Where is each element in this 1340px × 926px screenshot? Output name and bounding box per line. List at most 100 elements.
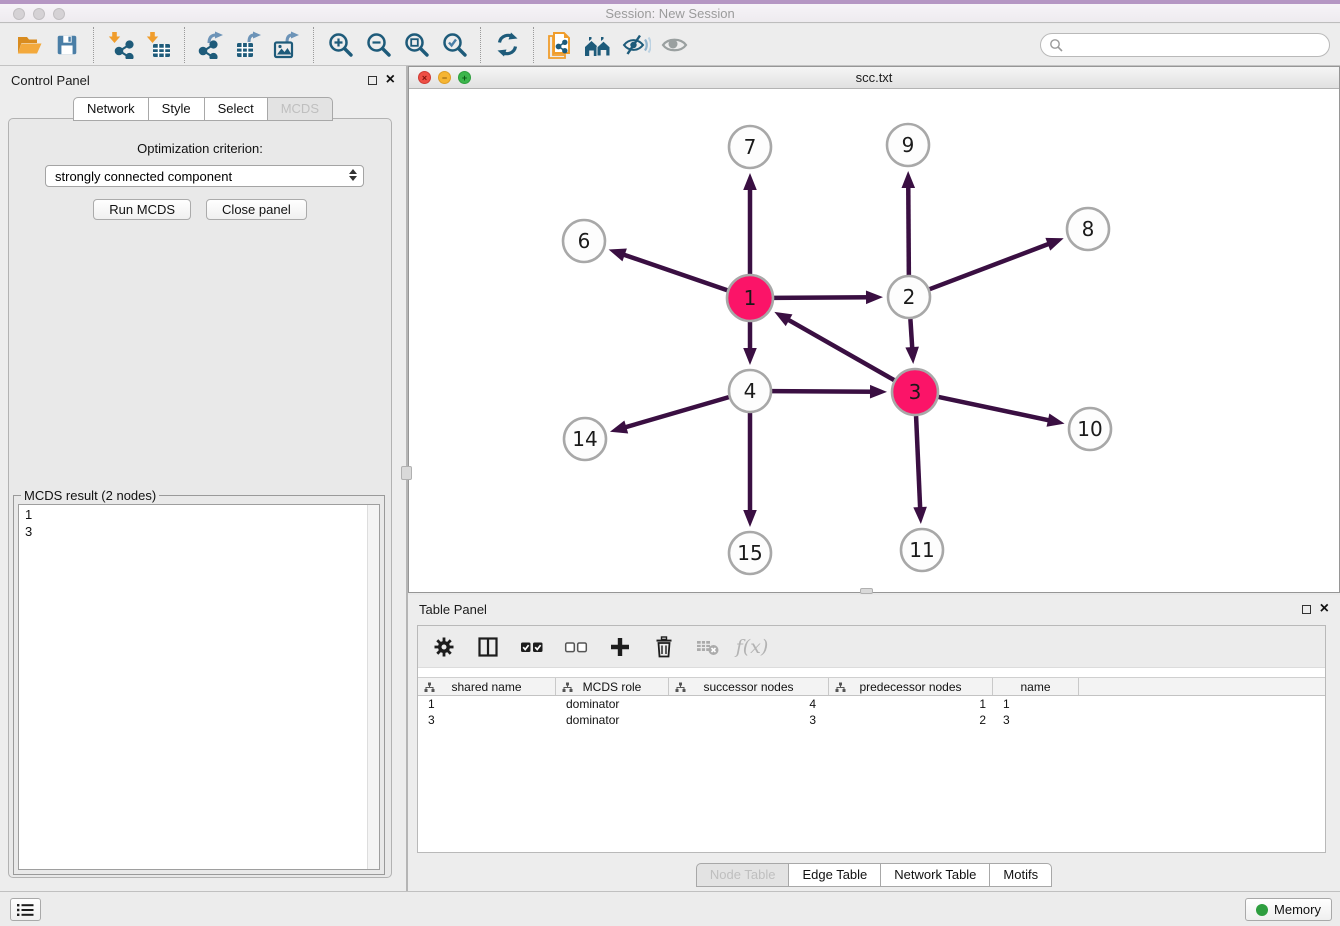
cell-name[interactable]: 3 <box>993 712 1079 728</box>
export-image-button[interactable] <box>268 27 306 63</box>
cell-predecessor-nodes[interactable]: 2 <box>829 712 993 728</box>
deselect-all-button[interactable] <box>564 635 588 659</box>
zoom-selected-button[interactable] <box>435 27 473 63</box>
tab-network[interactable]: Network <box>73 97 149 121</box>
export-network-button[interactable] <box>192 27 230 63</box>
close-panel-icon[interactable]: × <box>1320 603 1329 615</box>
export-table-button[interactable] <box>230 27 268 63</box>
cell-mcds-role[interactable]: dominator <box>556 712 669 728</box>
zoom-out-button[interactable] <box>359 27 397 63</box>
search-input[interactable] <box>1063 37 1321 52</box>
cell-shared-name[interactable]: 1 <box>418 696 556 712</box>
search-box[interactable] <box>1040 33 1330 57</box>
mcds-result-box: MCDS result (2 nodes) 1 3 <box>13 495 385 875</box>
close-panel-button[interactable]: Close panel <box>206 199 307 220</box>
graph-edge-3-1[interactable] <box>783 317 894 380</box>
tab-node-table[interactable]: Node Table <box>696 863 790 887</box>
column-header-predecessor-nodes[interactable]: predecessor nodes <box>829 678 993 695</box>
import-network-icon <box>106 31 134 59</box>
graph-edge-arrowhead <box>866 290 883 304</box>
network-canvas[interactable]: 7968124314101511 <box>409 90 1339 592</box>
tab-select[interactable]: Select <box>204 97 268 121</box>
cell-successor-nodes[interactable]: 3 <box>669 712 829 728</box>
delete-table-button[interactable] <box>696 635 720 659</box>
column-label: shared name <box>451 680 521 694</box>
table-row[interactable]: 3 dominator 3 2 3 <box>418 712 1325 728</box>
cell-predecessor-nodes[interactable]: 1 <box>829 696 993 712</box>
show-graphics-details-button[interactable] <box>655 27 693 63</box>
tab-style[interactable]: Style <box>148 97 205 121</box>
home-button[interactable] <box>579 27 617 63</box>
cell-mcds-role[interactable]: dominator <box>556 696 669 712</box>
frame-maximize-button[interactable]: + <box>458 71 471 84</box>
open-session-button[interactable] <box>10 27 48 63</box>
graph-edge-3-11[interactable] <box>916 416 920 514</box>
import-table-button[interactable] <box>139 27 177 63</box>
cell-successor-nodes[interactable]: 4 <box>669 696 829 712</box>
toolbar-separator <box>533 27 534 63</box>
result-scrollbar[interactable] <box>367 505 379 869</box>
zoom-selected-icon <box>441 31 468 58</box>
criterion-dropdown[interactable]: strongly connected component <box>45 165 364 187</box>
show-columns-button[interactable] <box>476 635 500 659</box>
run-mcds-button[interactable]: Run MCDS <box>93 199 191 220</box>
control-panel-title: Control Panel <box>11 73 90 88</box>
zoom-in-button[interactable] <box>321 27 359 63</box>
zoom-fit-content-button[interactable] <box>397 27 435 63</box>
graph-edge-4-14[interactable] <box>620 397 729 429</box>
dropdown-stepper-icon <box>349 169 357 181</box>
graph-edge-2-9[interactable] <box>908 181 909 275</box>
tab-edge-table[interactable]: Edge Table <box>788 863 881 887</box>
cell-shared-name[interactable]: 3 <box>418 712 556 728</box>
graph-edge-arrowhead <box>913 507 927 524</box>
vertical-splitter-grip[interactable] <box>401 466 412 480</box>
task-history-button[interactable] <box>10 898 41 921</box>
frame-close-button[interactable]: × <box>418 71 431 84</box>
graph-edge-arrowhead <box>610 420 628 433</box>
tab-motifs[interactable]: Motifs <box>989 863 1052 887</box>
apply-function-button[interactable]: f(x) <box>740 635 764 659</box>
zoom-in-icon <box>327 31 354 58</box>
toolbar-separator <box>313 27 314 63</box>
network-frame-titlebar[interactable]: × − + scc.txt <box>409 67 1339 89</box>
float-panel-icon[interactable] <box>1302 605 1311 614</box>
cell-name[interactable]: 1 <box>993 696 1079 712</box>
float-panel-icon[interactable] <box>368 76 377 85</box>
table-panel: Table Panel × <box>408 595 1340 891</box>
network-view-frame: × − + scc.txt 7968124314101511 <box>408 66 1340 593</box>
add-row-button[interactable] <box>608 635 632 659</box>
graph-edge-1-2[interactable] <box>774 297 873 298</box>
horizontal-splitter-grip[interactable] <box>860 588 873 594</box>
graph-edge-arrowhead <box>870 385 887 399</box>
graph-edge-3-10[interactable] <box>938 397 1054 422</box>
graph-edge-1-6[interactable] <box>618 253 727 291</box>
frame-minimize-button[interactable]: − <box>438 71 451 84</box>
select-all-button[interactable] <box>520 635 544 659</box>
close-panel-icon[interactable]: × <box>386 74 395 86</box>
table-row[interactable]: 1 dominator 4 1 1 <box>418 696 1325 712</box>
graph-edge-4-3[interactable] <box>772 391 877 392</box>
column-header-mcds-role[interactable]: MCDS role <box>556 678 669 695</box>
table-settings-button[interactable] <box>432 635 456 659</box>
graph-edge-2-8[interactable] <box>930 242 1055 289</box>
graph-node-label-15: 15 <box>737 541 762 565</box>
network-graph-svg: 7968124314101511 <box>409 90 1339 594</box>
home-houses-icon <box>583 32 613 58</box>
refresh-button[interactable] <box>488 27 526 63</box>
delete-row-button[interactable] <box>652 635 676 659</box>
hide-graphics-details-button[interactable] <box>617 27 655 63</box>
mcds-result-text[interactable]: 1 3 <box>18 504 380 870</box>
network-from-selection-button[interactable] <box>541 27 579 63</box>
graph-node-label-6: 6 <box>578 229 591 253</box>
toolbar-separator <box>93 27 94 63</box>
column-header-successor-nodes[interactable]: successor nodes <box>669 678 829 695</box>
import-network-button[interactable] <box>101 27 139 63</box>
column-header-name[interactable]: name <box>993 678 1079 695</box>
memory-button[interactable]: Memory <box>1245 898 1332 921</box>
tab-network-table[interactable]: Network Table <box>880 863 990 887</box>
column-label: predecessor nodes <box>859 680 961 694</box>
table-panel-title: Table Panel <box>419 602 487 617</box>
save-session-button[interactable] <box>48 27 86 63</box>
column-header-shared-name[interactable]: shared name <box>418 678 556 695</box>
tab-mcds[interactable]: MCDS <box>267 97 333 121</box>
